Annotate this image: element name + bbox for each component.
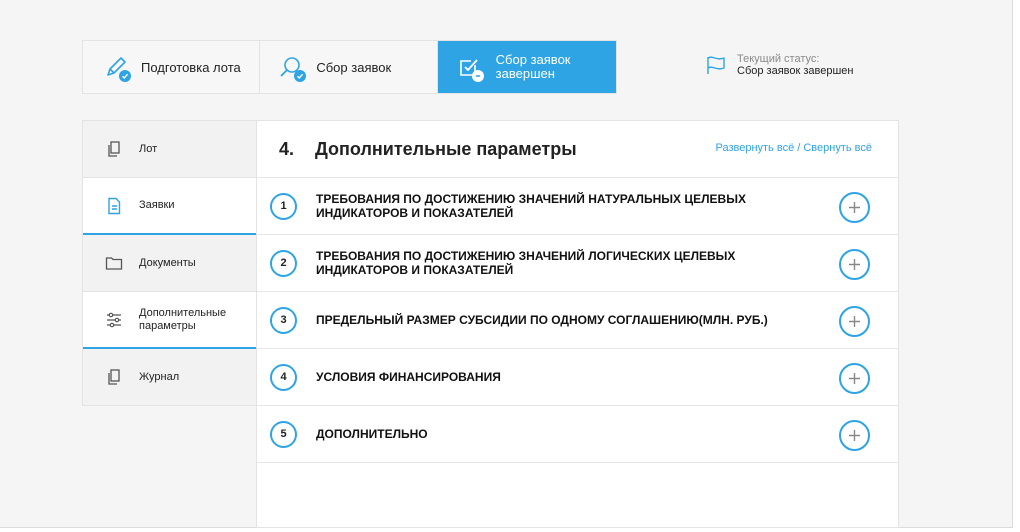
step-collecting-bids[interactable]: Сбор заявок <box>260 41 438 93</box>
sidebar-item-bids[interactable]: Заявки <box>83 178 256 235</box>
process-stepper: Подготовка лота Сбор заявок Сбор заявок … <box>82 40 617 94</box>
step-collection-finished[interactable]: Сбор заявок завершен <box>437 41 616 93</box>
expand-plus-icon[interactable] <box>839 192 870 223</box>
expand-plus-icon[interactable] <box>839 363 870 394</box>
row-number-badge: 4 <box>270 363 297 391</box>
panel-header: 4. Дополнительные параметры Развернуть в… <box>257 121 898 178</box>
folder-icon <box>105 254 123 272</box>
copy-icon <box>105 140 123 158</box>
flag-icon <box>705 55 727 75</box>
accordion-row[interactable]: 1 ТРЕБОВАНИЯ ПО ДОСТИЖЕНИЮ ЗНАЧЕНИЙ НАТУ… <box>257 178 898 235</box>
check-badge-icon <box>119 70 131 82</box>
page-title: Дополнительные параметры <box>315 138 577 159</box>
sidebar-item-documents[interactable]: Документы <box>83 235 256 292</box>
row-title: ДОПОЛНИТЕЛЬНО <box>316 427 428 441</box>
accordion-row[interactable]: 3 ПРЕДЕЛЬНЫЙ РАЗМЕР СУБСИДИИ ПО ОДНОМУ С… <box>257 292 898 349</box>
sidebar-nav: Лот Заявки Документы Дополнительные пара… <box>82 120 256 406</box>
row-number-badge: 2 <box>270 249 297 277</box>
sliders-icon <box>105 311 123 329</box>
check-badge-icon <box>294 70 307 82</box>
page-canvas: Подготовка лота Сбор заявок Сбор заявок … <box>0 0 1013 528</box>
section-number: 4. <box>279 138 295 159</box>
pencil-icon <box>103 54 131 82</box>
step-label: Подготовка лота <box>141 59 241 75</box>
accordion-row[interactable]: 4 УСЛОВИЯ ФИНАНСИРОВАНИЯ <box>257 349 898 406</box>
sidebar-item-label: Дополнительные параметры <box>139 306 227 332</box>
current-status: Текущий статус: Сбор заявок завершен <box>705 53 854 78</box>
sidebar-item-additional-parameters[interactable]: Дополнительные параметры <box>83 292 256 349</box>
sidebar-item-journal[interactable]: Журнал <box>83 349 256 405</box>
accordion-row[interactable]: 5 ДОПОЛНИТЕЛЬНО <box>257 406 898 463</box>
row-title: ТРЕБОВАНИЯ ПО ДОСТИЖЕНИЮ ЗНАЧЕНИЙ ЛОГИЧЕ… <box>316 249 736 277</box>
document-icon <box>105 197 123 215</box>
sidebar-item-label: Заявки <box>139 199 175 211</box>
row-title: УСЛОВИЯ ФИНАНСИРОВАНИЯ <box>316 370 501 384</box>
copy-icon <box>105 368 123 386</box>
row-title: ПРЕДЕЛЬНЫЙ РАЗМЕР СУБСИДИИ ПО ОДНОМУ СОГ… <box>316 313 768 327</box>
sidebar-item-label: Лот <box>139 142 158 155</box>
step-lot-preparation[interactable]: Подготовка лота <box>83 41 261 93</box>
expand-collapse-all-link[interactable]: Развернуть всё / Свернуть всё <box>715 142 872 154</box>
row-number-badge: 3 <box>270 306 297 334</box>
expand-plus-icon[interactable] <box>839 306 870 337</box>
row-title: ТРЕБОВАНИЯ ПО ДОСТИЖЕНИЮ ЗНАЧЕНИЙ НАТУРА… <box>316 192 746 220</box>
expand-plus-icon[interactable] <box>839 420 870 451</box>
minus-badge-icon <box>471 70 484 82</box>
accordion-row[interactable]: 2 ТРЕБОВАНИЯ ПО ДОСТИЖЕНИЮ ЗНАЧЕНИЙ ЛОГИ… <box>257 235 898 292</box>
step-label: Сбор заявок <box>316 59 392 75</box>
row-number-badge: 5 <box>270 420 297 448</box>
sidebar-item-label: Журнал <box>139 370 180 383</box>
sidebar-item-label: Документы <box>139 256 196 269</box>
sidebar-item-lot[interactable]: Лот <box>83 121 256 178</box>
status-caption: Текущий статус: <box>737 53 820 65</box>
main-panel: 4. Дополнительные параметры Развернуть в… <box>256 120 899 528</box>
row-number-badge: 1 <box>270 192 297 220</box>
search-icon <box>278 54 307 82</box>
expand-plus-icon[interactable] <box>839 249 870 280</box>
status-value: Сбор заявок завершен <box>737 65 854 77</box>
step-label: Сбор заявок завершен <box>495 52 571 81</box>
checkbox-icon <box>456 54 484 82</box>
